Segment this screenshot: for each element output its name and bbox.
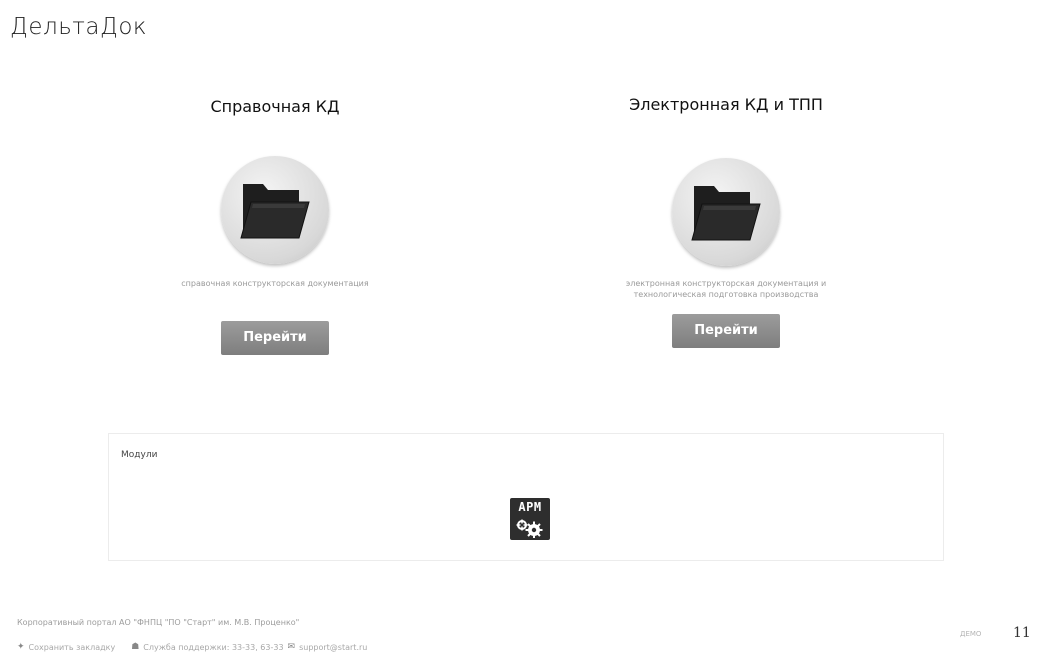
support-link[interactable]: Служба поддержки: 33-33, 63-33 (143, 643, 283, 652)
app-logo[interactable]: ДельтаДок (10, 14, 147, 40)
footer-links: ✦ Сохранить закладку ☗ Служба поддержки:… (17, 642, 367, 652)
user-icon: ☗ (131, 642, 140, 652)
modules-panel: Модули АРМ (108, 433, 944, 561)
mail-icon: ✉ (287, 642, 296, 652)
modules-title: Модули (121, 450, 158, 460)
card-reference-kd: Справочная КД справочная конструкторская… (155, 96, 395, 355)
page: ДельтаДок Справочная КД справочная конст… (0, 0, 1045, 659)
card-title: Электронная КД и ТПП (629, 95, 823, 114)
footer-portal-text: Корпоративный портал АО "ФНПЦ "ПО "Старт… (17, 618, 300, 627)
folder-icon[interactable] (221, 156, 329, 264)
go-button-electronic-kd-tpp[interactable]: Перейти (672, 314, 780, 348)
folder-icon[interactable] (672, 158, 780, 266)
gears-icon (516, 519, 543, 538)
go-button-reference-kd[interactable]: Перейти (221, 321, 329, 355)
card-description: справочная конструкторская документация (181, 279, 369, 288)
save-bookmark-link[interactable]: Сохранить закладку (29, 643, 116, 652)
email-link[interactable]: support@start.ru (299, 643, 367, 652)
card-electronic-kd-tpp: Электронная КД и ТПП электронная констру… (606, 94, 846, 348)
card-title: Справочная КД (210, 97, 340, 116)
arm-module-button[interactable]: АРМ (510, 498, 550, 540)
card-description: электронная конструкторская документация… (625, 279, 827, 299)
star-icon: ✦ (17, 642, 25, 652)
page-number: 11 (1013, 625, 1031, 641)
arm-module-label: АРМ (518, 500, 542, 514)
demo-label: ДЕМО (960, 630, 982, 638)
